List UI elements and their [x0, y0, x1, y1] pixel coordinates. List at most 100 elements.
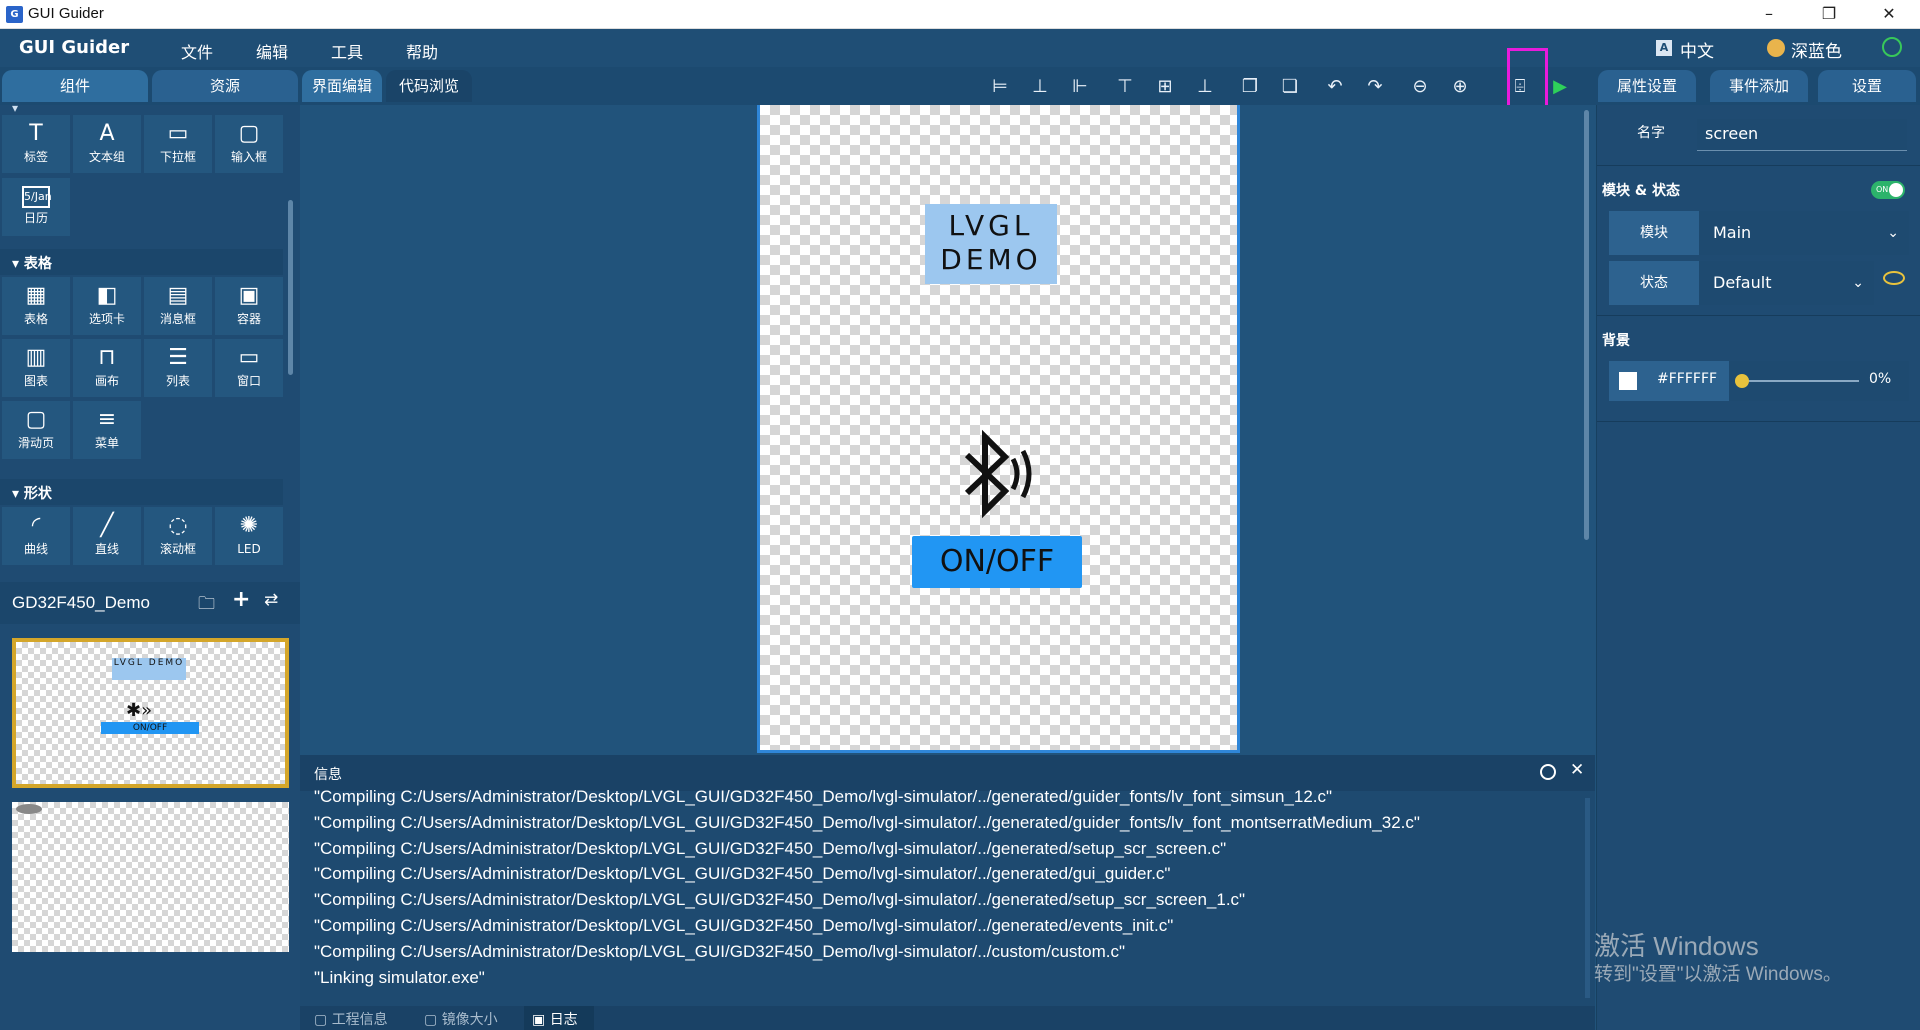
undo-icon[interactable]: ↶	[1320, 71, 1350, 101]
refresh-icon[interactable]: ⇄	[264, 590, 278, 610]
widget-0-9[interactable]: ≡ 菜单	[73, 401, 141, 459]
toggle-text: ON	[1876, 185, 1889, 194]
state-select[interactable]: Default ⌄	[1699, 261, 1874, 305]
log-line: "Compiling C:/Users/Administrator/Deskto…	[314, 941, 1126, 961]
widget-calendar[interactable]: 5/Jan 日历	[2, 178, 70, 236]
clear-log-icon[interactable]	[1540, 764, 1556, 780]
divider	[1597, 315, 1920, 316]
module-toggle[interactable]: ON	[1871, 181, 1905, 199]
tab-screen-edit[interactable]: 界面编辑	[302, 70, 382, 102]
widget-0-5[interactable]: ⊓ 画布	[73, 339, 141, 397]
left-scrollbar[interactable]	[288, 200, 293, 375]
menu-tools[interactable]: 工具	[331, 39, 363, 63]
name-field[interactable]: screen	[1697, 119, 1907, 151]
visibility-eye-icon[interactable]	[1883, 271, 1905, 285]
run-simulator-icon[interactable]: ▶	[1545, 71, 1575, 101]
widget-label: 文本组	[88, 150, 125, 164]
widget-0-8[interactable]: ▢ 滑动页	[2, 401, 70, 459]
slider-knob[interactable]	[1735, 374, 1749, 388]
close-icon[interactable]: ✕	[1570, 760, 1584, 780]
menu-file[interactable]: 文件	[181, 39, 213, 63]
align-center-icon[interactable]: ⊥	[1025, 71, 1055, 101]
close-button[interactable]: ✕	[1860, 0, 1918, 29]
widget-label: 下拉框	[159, 150, 196, 164]
redo-icon[interactable]: ↷	[1360, 71, 1390, 101]
widget-1-3[interactable]: ✺ LED	[215, 507, 283, 565]
widget-0-2[interactable]: ▤ 消息框	[144, 277, 212, 335]
widget-icon: ☰	[168, 345, 188, 370]
widget-icon: ▤	[167, 283, 189, 308]
widget-0-4[interactable]: ▥ 图表	[2, 339, 70, 397]
tab-settings[interactable]: 设置	[1818, 70, 1916, 102]
tab-resources[interactable]: 资源	[152, 70, 298, 102]
slider-track	[1741, 380, 1859, 382]
widget-2[interactable]: ▭ 下拉框	[144, 115, 212, 173]
widget-0-1[interactable]: ◧ 选项卡	[73, 277, 141, 335]
tab-log[interactable]: ▣ 日志	[524, 1006, 594, 1030]
info-header: 信息 ✕	[300, 755, 1595, 791]
widget-label: 标签	[23, 150, 48, 164]
caret-down-icon: ▾	[12, 486, 24, 502]
widget-label: LED	[237, 542, 261, 556]
onoff-button[interactable]: ON/OFF	[912, 536, 1082, 588]
log-scrollbar[interactable]	[1585, 798, 1590, 998]
tab-components[interactable]: 组件	[2, 70, 148, 102]
restore-button[interactable]: ❐	[1800, 0, 1858, 29]
widget-0[interactable]: T 标签	[2, 115, 70, 173]
section-title: ▾ 形状	[12, 483, 52, 503]
send-backward-icon[interactable]: ❏	[1275, 71, 1305, 101]
widget-label: 菜单	[94, 436, 119, 450]
screen-thumbnail[interactable]	[12, 802, 289, 952]
align-middle-icon[interactable]: ⊞	[1150, 71, 1180, 101]
widget-1-2[interactable]: ◌ 滚动框	[144, 507, 212, 565]
widget-3[interactable]: ▢ 输入框	[215, 115, 283, 173]
tab-image-size-label: 镜像大小	[441, 1012, 498, 1028]
chevron-down-icon: ⌄	[1852, 275, 1864, 291]
right-panel: 名字 screen 模块 & 状态 ON 模块 Main ⌄ 状态 Defaul…	[1596, 105, 1920, 1030]
align-top-icon[interactable]: ⊤	[1110, 71, 1140, 101]
tab-code-browse[interactable]: 代码浏览	[386, 70, 472, 102]
module-select[interactable]: Main ⌄	[1699, 211, 1909, 255]
bring-forward-icon[interactable]: ❐	[1235, 71, 1265, 101]
log-line: "Compiling C:/Users/Administrator/Deskto…	[314, 916, 1174, 935]
widget-label: 滑动页	[17, 436, 54, 450]
tab-image-size[interactable]: ▢ 镜像大小	[424, 1009, 498, 1029]
widget-1-0[interactable]: ◜ 曲线	[2, 507, 70, 565]
add-icon[interactable]: +	[232, 587, 250, 612]
log-line: "Compiling C:/Users/Administrator/Deskto…	[314, 838, 1227, 858]
tab-events[interactable]: 事件添加	[1710, 70, 1808, 102]
bluetooth-icon[interactable]	[955, 425, 1045, 525]
brand-logo: GUI Guider	[19, 37, 130, 58]
windows-activation-watermark: 激活 Windows	[1594, 931, 1759, 961]
widget-icon: ▭	[167, 121, 189, 146]
align-right-icon[interactable]: ⊩	[1065, 71, 1095, 101]
minimize-button[interactable]: –	[1740, 0, 1798, 29]
widget-0-3[interactable]: ▣ 容器	[215, 277, 283, 335]
widget-1-1[interactable]: ╱ 直线	[73, 507, 141, 565]
bg-color-picker[interactable]: #FFFFFF	[1609, 361, 1729, 401]
canvas-scrollbar[interactable]	[1584, 110, 1589, 540]
canvas-title-label[interactable]: LVGL DEMO	[925, 204, 1057, 284]
widget-1[interactable]: A 文本组	[73, 115, 141, 173]
theme-selector[interactable]: 深蓝色	[1791, 37, 1842, 62]
tab-project-info[interactable]: ▢ 工程信息	[314, 1009, 388, 1029]
zoom-out-icon[interactable]: ⊖	[1405, 71, 1435, 101]
globe-icon[interactable]	[1882, 37, 1902, 57]
menu-edit[interactable]: 编辑	[256, 39, 288, 63]
zoom-in-icon[interactable]: ⊕	[1445, 71, 1475, 101]
widget-label: 图表	[23, 374, 48, 388]
section-title-text: 形状	[23, 486, 52, 502]
screen-thumbnail-selected[interactable]: LVGL DEMO ✱» ON/OFF	[12, 638, 289, 788]
align-bottom-icon[interactable]: ⊥	[1190, 71, 1220, 101]
widget-icon: ▭	[238, 345, 260, 370]
widget-0-7[interactable]: ▭ 窗口	[215, 339, 283, 397]
folder-icon[interactable]: 🗀	[198, 591, 215, 620]
language-selector[interactable]: 中文	[1680, 37, 1714, 62]
opacity-slider[interactable]: 0%	[1729, 361, 1909, 401]
menu-help[interactable]: 帮助	[406, 39, 438, 63]
tab-properties[interactable]: 属性设置	[1598, 70, 1696, 102]
widget-0-6[interactable]: ☰ 列表	[144, 339, 212, 397]
align-left-icon[interactable]: ⊨	[985, 71, 1015, 101]
widget-0-0[interactable]: ▦ 表格	[2, 277, 70, 335]
widget-label: 消息框	[159, 312, 196, 326]
